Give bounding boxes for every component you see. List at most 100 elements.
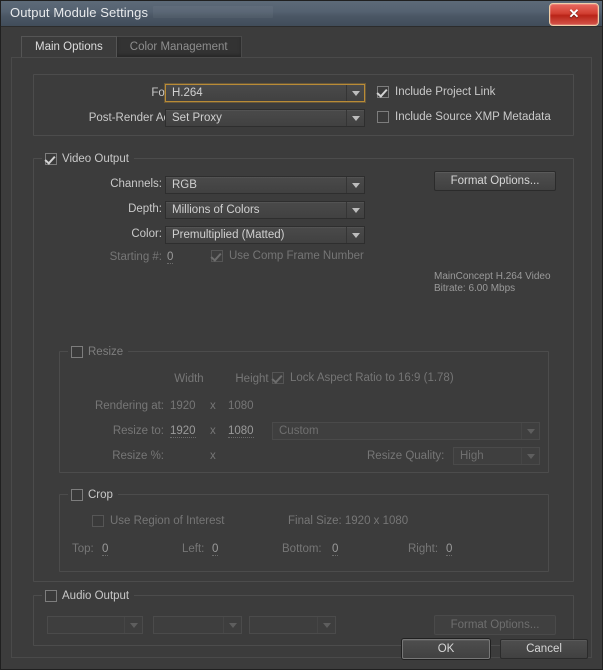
resize-quality-value: High — [454, 450, 521, 462]
cancel-button-label: Cancel — [526, 643, 562, 655]
video-output-group: Video Output Channels: RGB Depth: Millio… — [33, 158, 574, 582]
resize-group: Resize Width Height Lock Aspect Ratio to… — [59, 351, 549, 473]
starting-number-label-wrap: Starting #: — [64, 251, 162, 263]
format-value: H.264 — [166, 87, 346, 99]
crop-right-value: 0 — [446, 543, 452, 556]
resize-to-height-field[interactable]: 1080 — [228, 425, 254, 437]
use-comp-frame-number-checkbox[interactable] — [211, 250, 223, 262]
title-bar: Output Module Settings ✕ — [1, 1, 602, 27]
crop-left-value: 0 — [212, 543, 218, 556]
chevron-down-icon — [346, 202, 364, 218]
depth-label: Depth: — [128, 203, 162, 215]
crop-bottom-value: 0 — [332, 543, 338, 556]
resize-quality-dropdown[interactable]: High — [453, 447, 540, 465]
resize-to-label: Resize to: — [72, 425, 164, 437]
resize-group-title[interactable]: Resize — [68, 344, 128, 359]
resize-quality-label: Resize Quality: — [367, 450, 444, 462]
include-project-link-label: Include Project Link — [395, 86, 495, 98]
tab-main-options[interactable]: Main Options — [21, 36, 117, 57]
depth-label-wrap: Depth: — [64, 203, 162, 215]
video-format-options-label: Format Options... — [451, 175, 540, 187]
include-xmp-metadata-checkbox[interactable] — [377, 111, 389, 123]
resize-preset-value: Custom — [273, 425, 521, 437]
resize-preset-dropdown[interactable]: Custom — [272, 422, 540, 440]
video-format-options-button[interactable]: Format Options... — [434, 171, 556, 191]
chevron-down-icon — [346, 227, 364, 243]
include-project-link-checkbox[interactable] — [377, 86, 389, 98]
crop-bottom-field[interactable]: 0 — [332, 543, 338, 555]
crop-right-label: Right: — [408, 543, 438, 555]
depth-dropdown[interactable]: Millions of Colors — [165, 201, 365, 219]
use-region-of-interest-checkbox[interactable] — [92, 515, 104, 527]
video-output-group-title[interactable]: Video Output — [42, 151, 134, 166]
dialog-body: Main Options Color Management Format: H.… — [1, 27, 602, 669]
chevron-down-icon — [521, 423, 539, 439]
audio-output-label: Audio Output — [62, 589, 129, 603]
crop-label: Crop — [88, 488, 113, 502]
ok-button[interactable]: OK — [402, 639, 490, 659]
crop-left-label: Left: — [182, 543, 204, 555]
resize-label: Resize — [88, 345, 123, 359]
depth-value: Millions of Colors — [166, 204, 346, 216]
chevron-down-icon — [346, 85, 364, 101]
rendering-at-width: 1920 — [170, 400, 196, 412]
color-value: Premultiplied (Matted) — [166, 229, 346, 241]
chevron-down-icon — [346, 110, 364, 126]
codec-info: MainConcept H.264 Video Bitrate: 6.00 Mb… — [434, 271, 551, 295]
crop-right-field[interactable]: 0 — [446, 543, 452, 555]
post-render-action-dropdown[interactable]: Set Proxy — [165, 109, 365, 127]
resize-to-x: x — [210, 425, 216, 437]
resize-to-width-value: 1920 — [170, 425, 196, 438]
include-project-link-row[interactable]: Include Project Link — [377, 86, 495, 98]
include-xmp-metadata-row[interactable]: Include Source XMP Metadata — [377, 111, 551, 123]
video-output-checkbox[interactable] — [45, 153, 57, 165]
audio-output-checkbox[interactable] — [45, 590, 57, 602]
starting-number-value: 0 — [167, 251, 173, 264]
color-label-wrap: Color: — [64, 228, 162, 240]
post-render-action-value: Set Proxy — [166, 112, 346, 124]
color-dropdown[interactable]: Premultiplied (Matted) — [165, 226, 365, 244]
format-dropdown[interactable]: H.264 — [165, 84, 365, 102]
title-bar-ghost-text — [153, 6, 273, 18]
resize-to-height-value: 1080 — [228, 425, 254, 438]
use-region-of-interest-label: Use Region of Interest — [110, 515, 224, 527]
channels-dropdown[interactable]: RGB — [165, 176, 365, 194]
tab-main-options-label: Main Options — [35, 41, 103, 53]
crop-top-field[interactable]: 0 — [102, 543, 108, 555]
use-comp-frame-number-row[interactable]: Use Comp Frame Number — [211, 250, 364, 262]
lock-aspect-ratio-checkbox[interactable] — [272, 372, 284, 384]
rendering-at-x: x — [210, 400, 216, 412]
cancel-button[interactable]: Cancel — [500, 639, 588, 659]
tab-color-management[interactable]: Color Management — [116, 36, 242, 57]
starting-number-label: Starting #: — [110, 251, 162, 263]
crop-group: Crop Use Region of Interest Final Size: … — [59, 494, 549, 572]
resize-checkbox[interactable] — [71, 346, 83, 358]
codec-info-line1: MainConcept H.264 Video — [434, 271, 551, 283]
lock-aspect-ratio-label: Lock Aspect Ratio to 16:9 (1.78) — [290, 372, 454, 384]
starting-number-field[interactable]: 0 — [167, 251, 173, 263]
audio-output-group-title[interactable]: Audio Output — [42, 588, 134, 603]
close-icon: ✕ — [550, 6, 598, 22]
channels-value: RGB — [166, 179, 346, 191]
rendering-at-label: Rendering at: — [72, 400, 164, 412]
crop-checkbox[interactable] — [71, 489, 83, 501]
final-size-label: Final Size: 1920 x 1080 — [288, 515, 408, 527]
resize-percent-label: Resize %: — [72, 450, 164, 462]
resize-to-width-field[interactable]: 1920 — [170, 425, 196, 437]
crop-top-value: 0 — [102, 543, 108, 556]
format-group: Format: H.264 Post-Render Action: Set Pr… — [33, 74, 574, 136]
use-region-of-interest-row[interactable]: Use Region of Interest — [92, 515, 224, 527]
include-xmp-metadata-label: Include Source XMP Metadata — [395, 111, 551, 123]
output-module-settings-dialog: Output Module Settings ✕ Main Options Co… — [0, 0, 603, 670]
tab-content-panel: Format: H.264 Post-Render Action: Set Pr… — [11, 57, 592, 658]
crop-group-title[interactable]: Crop — [68, 487, 118, 502]
chevron-down-icon — [346, 177, 364, 193]
color-label: Color: — [131, 228, 162, 240]
resize-percent-x: x — [210, 450, 216, 462]
close-button[interactable]: ✕ — [549, 3, 599, 26]
tab-color-management-label: Color Management — [130, 41, 228, 53]
lock-aspect-ratio-row[interactable]: Lock Aspect Ratio to 16:9 (1.78) — [272, 372, 454, 384]
resize-width-header: Width — [162, 373, 216, 385]
crop-left-field[interactable]: 0 — [212, 543, 218, 555]
channels-label: Channels: — [110, 178, 162, 190]
